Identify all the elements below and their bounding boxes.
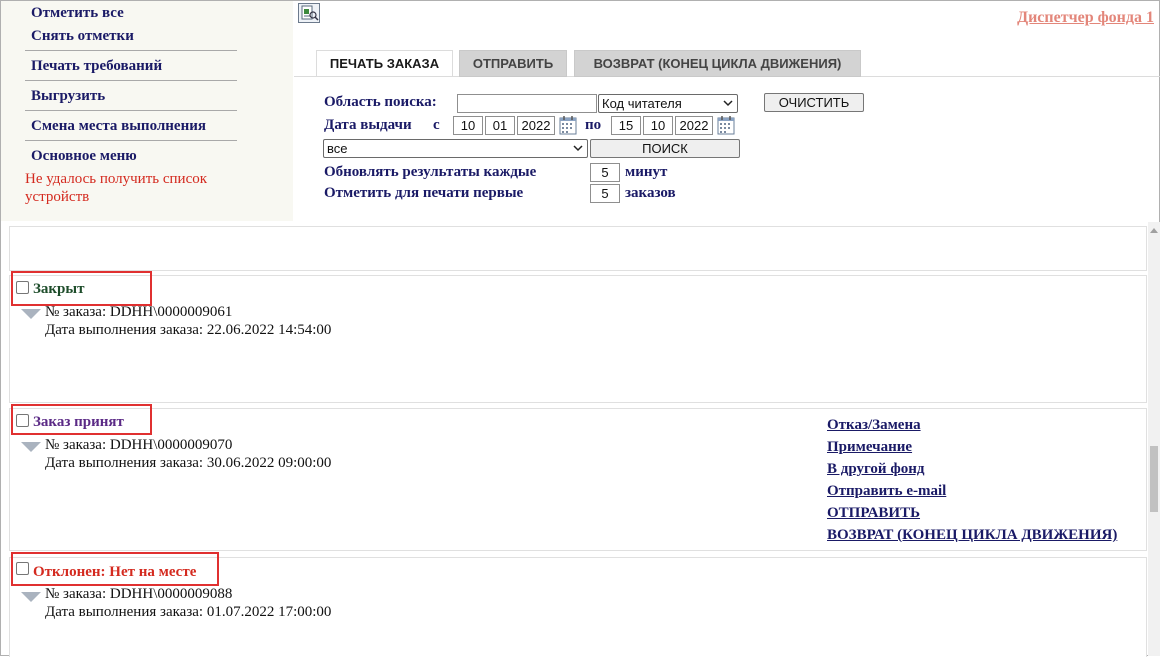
refresh-interval-input[interactable]: 5: [590, 163, 620, 182]
expand-triangle-icon[interactable]: [21, 592, 41, 602]
tab-print-order[interactable]: ПЕЧАТЬ ЗАКАЗА: [316, 50, 453, 77]
from-month-input[interactable]: 01: [485, 116, 515, 135]
issue-date-label: Дата выдачи: [324, 117, 412, 133]
order-number: № заказа: DDHH\0000009070: [45, 437, 233, 453]
search-field-select-value: Код читателя: [602, 96, 682, 111]
date-from-label: с: [433, 117, 440, 133]
sidebar-divider: [25, 140, 237, 141]
expand-triangle-icon[interactable]: [21, 309, 41, 319]
calendar-icon[interactable]: [559, 115, 577, 135]
refresh-unit-label: минут: [625, 164, 668, 180]
scroll-up-arrow-icon[interactable]: [1150, 228, 1158, 233]
orders-list: Закрыт № заказа: DDHH\0000009061 Дата вы…: [1, 222, 1160, 657]
to-month-input[interactable]: 10: [643, 116, 673, 135]
change-location-link[interactable]: Смена места выполнения: [31, 118, 206, 135]
order-number: № заказа: DDHH\0000009088: [45, 586, 233, 602]
search-area-label: Область поиска:: [324, 94, 437, 110]
send-link[interactable]: ОТПРАВИТЬ: [827, 505, 920, 522]
send-email-link[interactable]: Отправить e-mail: [827, 483, 946, 500]
calendar-icon[interactable]: [717, 115, 735, 135]
order-checkbox[interactable]: [16, 281, 29, 294]
order-checkbox[interactable]: [16, 562, 29, 575]
unmark-all-link[interactable]: Снять отметки: [31, 28, 134, 45]
search-field-select[interactable]: Код читателя: [598, 94, 738, 113]
mark-all-link[interactable]: Отметить все: [31, 5, 124, 22]
mark-first-unit-label: заказов: [625, 185, 676, 201]
order-date: Дата выполнения заказа: 22.06.2022 14:54…: [45, 322, 332, 338]
from-year-input[interactable]: 2022: [517, 116, 555, 135]
chevron-down-icon: [573, 145, 583, 152]
sidebar-divider: [25, 50, 237, 51]
order-checkbox[interactable]: [16, 414, 29, 427]
order-number: № заказа: DDHH\0000009061: [45, 304, 233, 320]
order-status: Заказ принят: [33, 414, 124, 430]
order-status: Закрыт: [33, 281, 85, 297]
note-link[interactable]: Примечание: [827, 439, 912, 456]
device-list-error: Не удалось получить список устройств: [25, 171, 208, 205]
export-link[interactable]: Выгрузить: [31, 88, 105, 105]
order-card-empty: [9, 226, 1147, 271]
chevron-down-icon: [723, 100, 733, 107]
clear-button[interactable]: ОЧИСТИТЬ: [764, 93, 864, 112]
to-year-input[interactable]: 2022: [675, 116, 713, 135]
other-fund-link[interactable]: В другой фонд: [827, 461, 924, 478]
fund-dispatcher-link[interactable]: Диспетчер фонда 1: [1017, 9, 1154, 27]
return-link[interactable]: ВОЗВРАТ (КОНЕЦ ЦИКЛА ДВИЖЕНИЯ): [827, 527, 1117, 544]
tab-return[interactable]: ВОЗВРАТ (КОНЕЦ ЦИКЛА ДВИЖЕНИЯ): [574, 50, 861, 77]
search-input[interactable]: [457, 94, 597, 113]
mark-first-input[interactable]: 5: [590, 184, 620, 203]
mark-first-label: Отметить для печати первые: [324, 185, 524, 201]
print-requests-link[interactable]: Печать требований: [31, 58, 162, 75]
status-filter-select[interactable]: все: [323, 139, 588, 158]
order-status: Отклонен: Нет на месте: [33, 564, 197, 580]
from-day-input[interactable]: 10: [453, 116, 483, 135]
sidebar-divider: [25, 110, 237, 111]
sidebar-divider: [25, 80, 237, 81]
status-filter-value: все: [327, 141, 348, 156]
tab-send[interactable]: ОТПРАВИТЬ: [459, 50, 567, 77]
print-preview-icon[interactable]: [298, 3, 320, 23]
order-date: Дата выполнения заказа: 01.07.2022 17:00…: [45, 604, 332, 620]
vertical-scrollbar[interactable]: [1148, 222, 1160, 656]
order-date: Дата выполнения заказа: 30.06.2022 09:00…: [45, 455, 332, 471]
scrollbar-thumb[interactable]: [1150, 446, 1158, 512]
refuse-replace-link[interactable]: Отказ/Замена: [827, 417, 921, 434]
expand-triangle-icon[interactable]: [21, 442, 41, 452]
date-to-label: по: [585, 117, 602, 133]
search-button[interactable]: ПОИСК: [590, 139, 740, 158]
to-day-input[interactable]: 15: [611, 116, 641, 135]
refresh-interval-label: Обновлять результаты каждые: [324, 164, 537, 180]
left-sidebar: Отметить все Снять отметки Печать требов…: [1, 1, 293, 221]
main-menu-link[interactable]: Основное меню: [31, 148, 137, 165]
order-card: [9, 275, 1147, 403]
